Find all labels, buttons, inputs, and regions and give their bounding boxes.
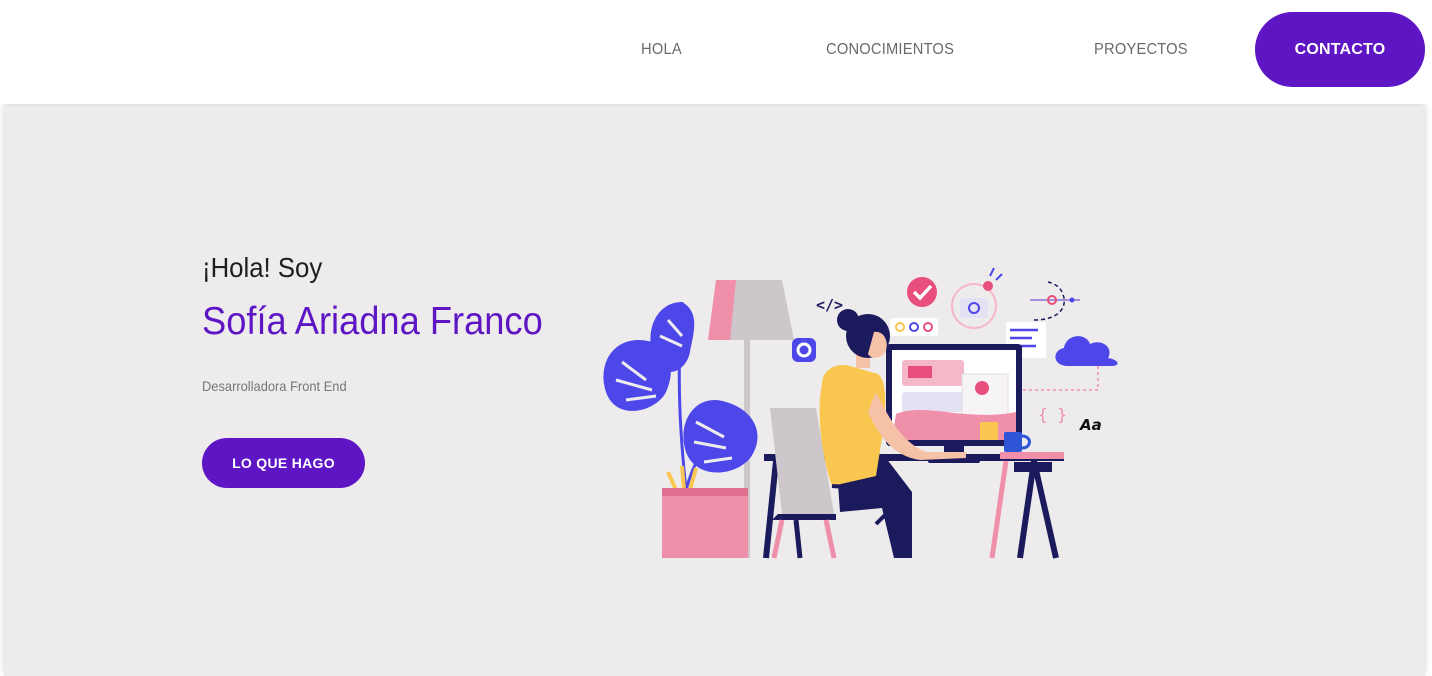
hero-greeting: ¡Hola! Soy: [202, 252, 323, 283]
hero-illustration: </> { } Aa: [603, 267, 1118, 559]
gear-icon: [792, 338, 816, 362]
typography-icon: Aa: [1079, 416, 1102, 434]
top-navbar: HOLA CONOCIMIENTOS PROYECTOS CONTACTO: [0, 0, 1432, 104]
what-i-do-button[interactable]: LO QUE HAGO: [202, 438, 365, 488]
check-icon: [907, 277, 937, 307]
nav-link-proyectos[interactable]: PROYECTOS: [1094, 41, 1188, 59]
coffee-cup-icon: [1004, 432, 1031, 452]
hero-role: Desarrolladora Front End: [202, 378, 347, 394]
contact-button[interactable]: CONTACTO: [1255, 12, 1425, 87]
nav-link-hola[interactable]: HOLA: [641, 41, 682, 59]
target-icon: [951, 267, 1003, 329]
braces-icon: { }: [1038, 405, 1067, 424]
cloud-icon: [1055, 336, 1118, 366]
nav-link-conocimientos[interactable]: CONOCIMIENTOS: [826, 41, 954, 59]
code-tag-icon: </>: [816, 296, 843, 314]
sticky-note-icon: [980, 422, 998, 440]
hero-name: Sofía Ariadna Franco: [202, 300, 543, 343]
plant-icon: [603, 301, 758, 558]
